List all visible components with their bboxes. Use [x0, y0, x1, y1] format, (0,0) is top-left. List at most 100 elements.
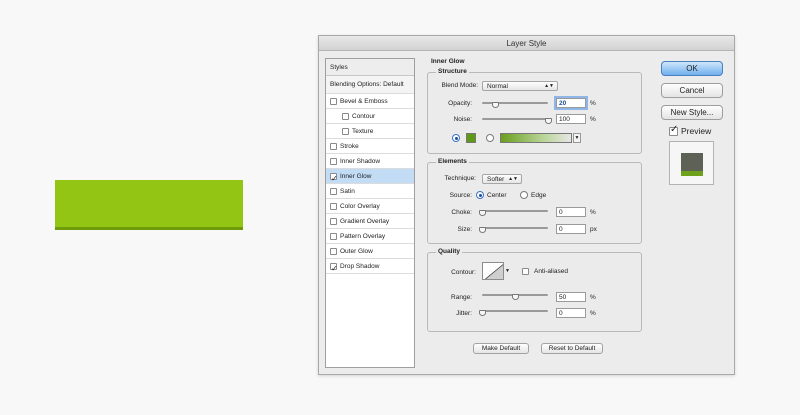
cancel-button[interactable]: Cancel: [661, 83, 723, 98]
style-item-contour[interactable]: Contour: [326, 109, 414, 124]
style-checkbox[interactable]: [330, 217, 337, 225]
range-label: Range:: [451, 294, 472, 301]
style-checkbox[interactable]: [330, 97, 337, 105]
style-item-label: Texture: [352, 127, 374, 135]
layer-style-dialog: Layer Style Styles Blending Options: Def…: [318, 35, 735, 375]
preview-shadow: [681, 171, 703, 176]
slider-thumb[interactable]: [492, 102, 500, 108]
style-item-inner-glow[interactable]: Inner Glow: [326, 169, 414, 186]
range-input[interactable]: 50: [556, 292, 586, 302]
slider-track: [482, 310, 548, 312]
style-item-label: Bevel & Emboss: [340, 97, 388, 105]
slider-thumb[interactable]: [512, 294, 519, 300]
opacity-slider[interactable]: [482, 100, 548, 108]
style-item-gradient-overlay[interactable]: Gradient Overlay: [326, 214, 414, 229]
style-checkbox[interactable]: [330, 157, 337, 165]
noise-slider[interactable]: [482, 116, 552, 124]
technique-label: Technique:: [444, 175, 476, 182]
slider-thumb[interactable]: [479, 310, 486, 316]
style-checkbox[interactable]: [342, 127, 349, 135]
style-item-stroke[interactable]: Stroke: [326, 139, 414, 154]
slider-thumb[interactable]: [545, 118, 552, 124]
contour-picker[interactable]: [482, 262, 504, 280]
style-item-inner-shadow[interactable]: Inner Shadow: [326, 154, 414, 169]
styles-list-header[interactable]: Styles: [326, 59, 414, 76]
anti-aliased-checkbox[interactable]: [522, 268, 529, 275]
blend-mode-label: Blend Mode:: [441, 82, 479, 89]
choke-label: Choke:: [451, 209, 472, 216]
range-unit: %: [590, 294, 596, 301]
quality-group: Quality Contour: ▼ Anti-aliased Range: 5…: [427, 248, 642, 332]
style-item-pattern-overlay[interactable]: Pattern Overlay: [326, 229, 414, 244]
size-unit: px: [590, 226, 597, 233]
slider-thumb[interactable]: [479, 227, 486, 233]
style-checkbox[interactable]: [330, 232, 337, 240]
jitter-slider[interactable]: [479, 308, 548, 316]
choke-input[interactable]: 0: [556, 207, 586, 217]
style-item-outer-glow[interactable]: Outer Glow: [326, 244, 414, 259]
style-item-color-overlay[interactable]: Color Overlay: [326, 199, 414, 214]
style-checkbox[interactable]: [330, 171, 338, 186]
inner-glow-settings: Inner Glow Structure Blend Mode: Normal …: [427, 58, 642, 368]
style-item-label: Blending Options: Default: [330, 80, 404, 88]
style-item-label: Pattern Overlay: [340, 232, 386, 240]
glow-color-swatch[interactable]: [466, 133, 476, 143]
source-edge-radio[interactable]: [520, 191, 528, 199]
technique-select[interactable]: Softer ▲▼: [482, 174, 522, 184]
range-slider[interactable]: [482, 292, 548, 300]
chevron-updown-icon: ▲▼: [508, 176, 518, 182]
make-default-button[interactable]: Make Default: [473, 343, 529, 354]
reset-to-default-button[interactable]: Reset to Default: [541, 343, 603, 354]
blend-mode-value: Normal: [487, 83, 508, 90]
solid-color-radio[interactable]: [452, 134, 460, 142]
source-edge-label: Edge: [531, 192, 547, 199]
style-item-bevel-emboss[interactable]: Bevel & Emboss: [326, 94, 414, 109]
ok-button[interactable]: OK: [661, 61, 723, 76]
elements-title: Elements: [436, 158, 469, 165]
opacity-input[interactable]: 20: [556, 98, 586, 108]
gradient-radio[interactable]: [486, 134, 494, 142]
size-input[interactable]: 0: [556, 224, 586, 234]
opacity-unit: %: [590, 100, 596, 107]
jitter-input[interactable]: 0: [556, 308, 586, 318]
size-label: Size:: [457, 226, 472, 233]
elements-group: Elements Technique: Softer ▲▼ Source: Ce…: [427, 158, 642, 244]
style-checkbox[interactable]: [330, 202, 337, 210]
style-item-label: Stroke: [340, 142, 359, 150]
layer-preview-shape: [55, 180, 243, 230]
chevron-down-icon[interactable]: ▼: [505, 268, 510, 274]
slider-thumb[interactable]: [479, 210, 486, 216]
jitter-unit: %: [590, 310, 596, 317]
noise-label: Noise:: [453, 116, 472, 123]
style-checkbox[interactable]: [330, 261, 338, 276]
preview-checkbox[interactable]: [669, 124, 678, 136]
chevron-down-icon[interactable]: ▼: [573, 133, 581, 143]
preview-swatch: [681, 153, 703, 176]
style-checkbox[interactable]: [330, 247, 337, 255]
style-checkbox[interactable]: [342, 112, 349, 120]
style-item-satin[interactable]: Satin: [326, 184, 414, 199]
style-item-blending-options[interactable]: Blending Options: Default: [326, 76, 414, 94]
style-item-label: Inner Glow: [340, 172, 372, 180]
style-item-label: Gradient Overlay: [340, 217, 390, 225]
style-preview-thumbnail: [669, 141, 714, 185]
contour-curve-icon: [484, 264, 503, 279]
preview-toggle[interactable]: Preview: [669, 124, 711, 136]
chevron-updown-icon: ▲▼: [544, 83, 554, 89]
noise-input[interactable]: 100: [556, 114, 586, 124]
style-item-texture[interactable]: Texture: [326, 124, 414, 139]
blend-mode-select[interactable]: Normal ▲▼: [482, 81, 558, 91]
style-checkbox[interactable]: [330, 187, 337, 195]
noise-unit: %: [590, 116, 596, 123]
source-center-radio[interactable]: [476, 191, 484, 199]
size-slider[interactable]: [479, 225, 548, 233]
contour-label: Contour:: [451, 269, 476, 276]
new-style-button[interactable]: New Style...: [661, 105, 723, 120]
slider-track: [482, 227, 548, 229]
glow-gradient-swatch[interactable]: [500, 133, 572, 143]
style-checkbox[interactable]: [330, 142, 337, 150]
style-item-label: Outer Glow: [340, 247, 373, 255]
choke-slider[interactable]: [479, 208, 548, 216]
style-item-drop-shadow[interactable]: Drop Shadow: [326, 259, 414, 276]
jitter-label: Jitter:: [456, 310, 472, 317]
